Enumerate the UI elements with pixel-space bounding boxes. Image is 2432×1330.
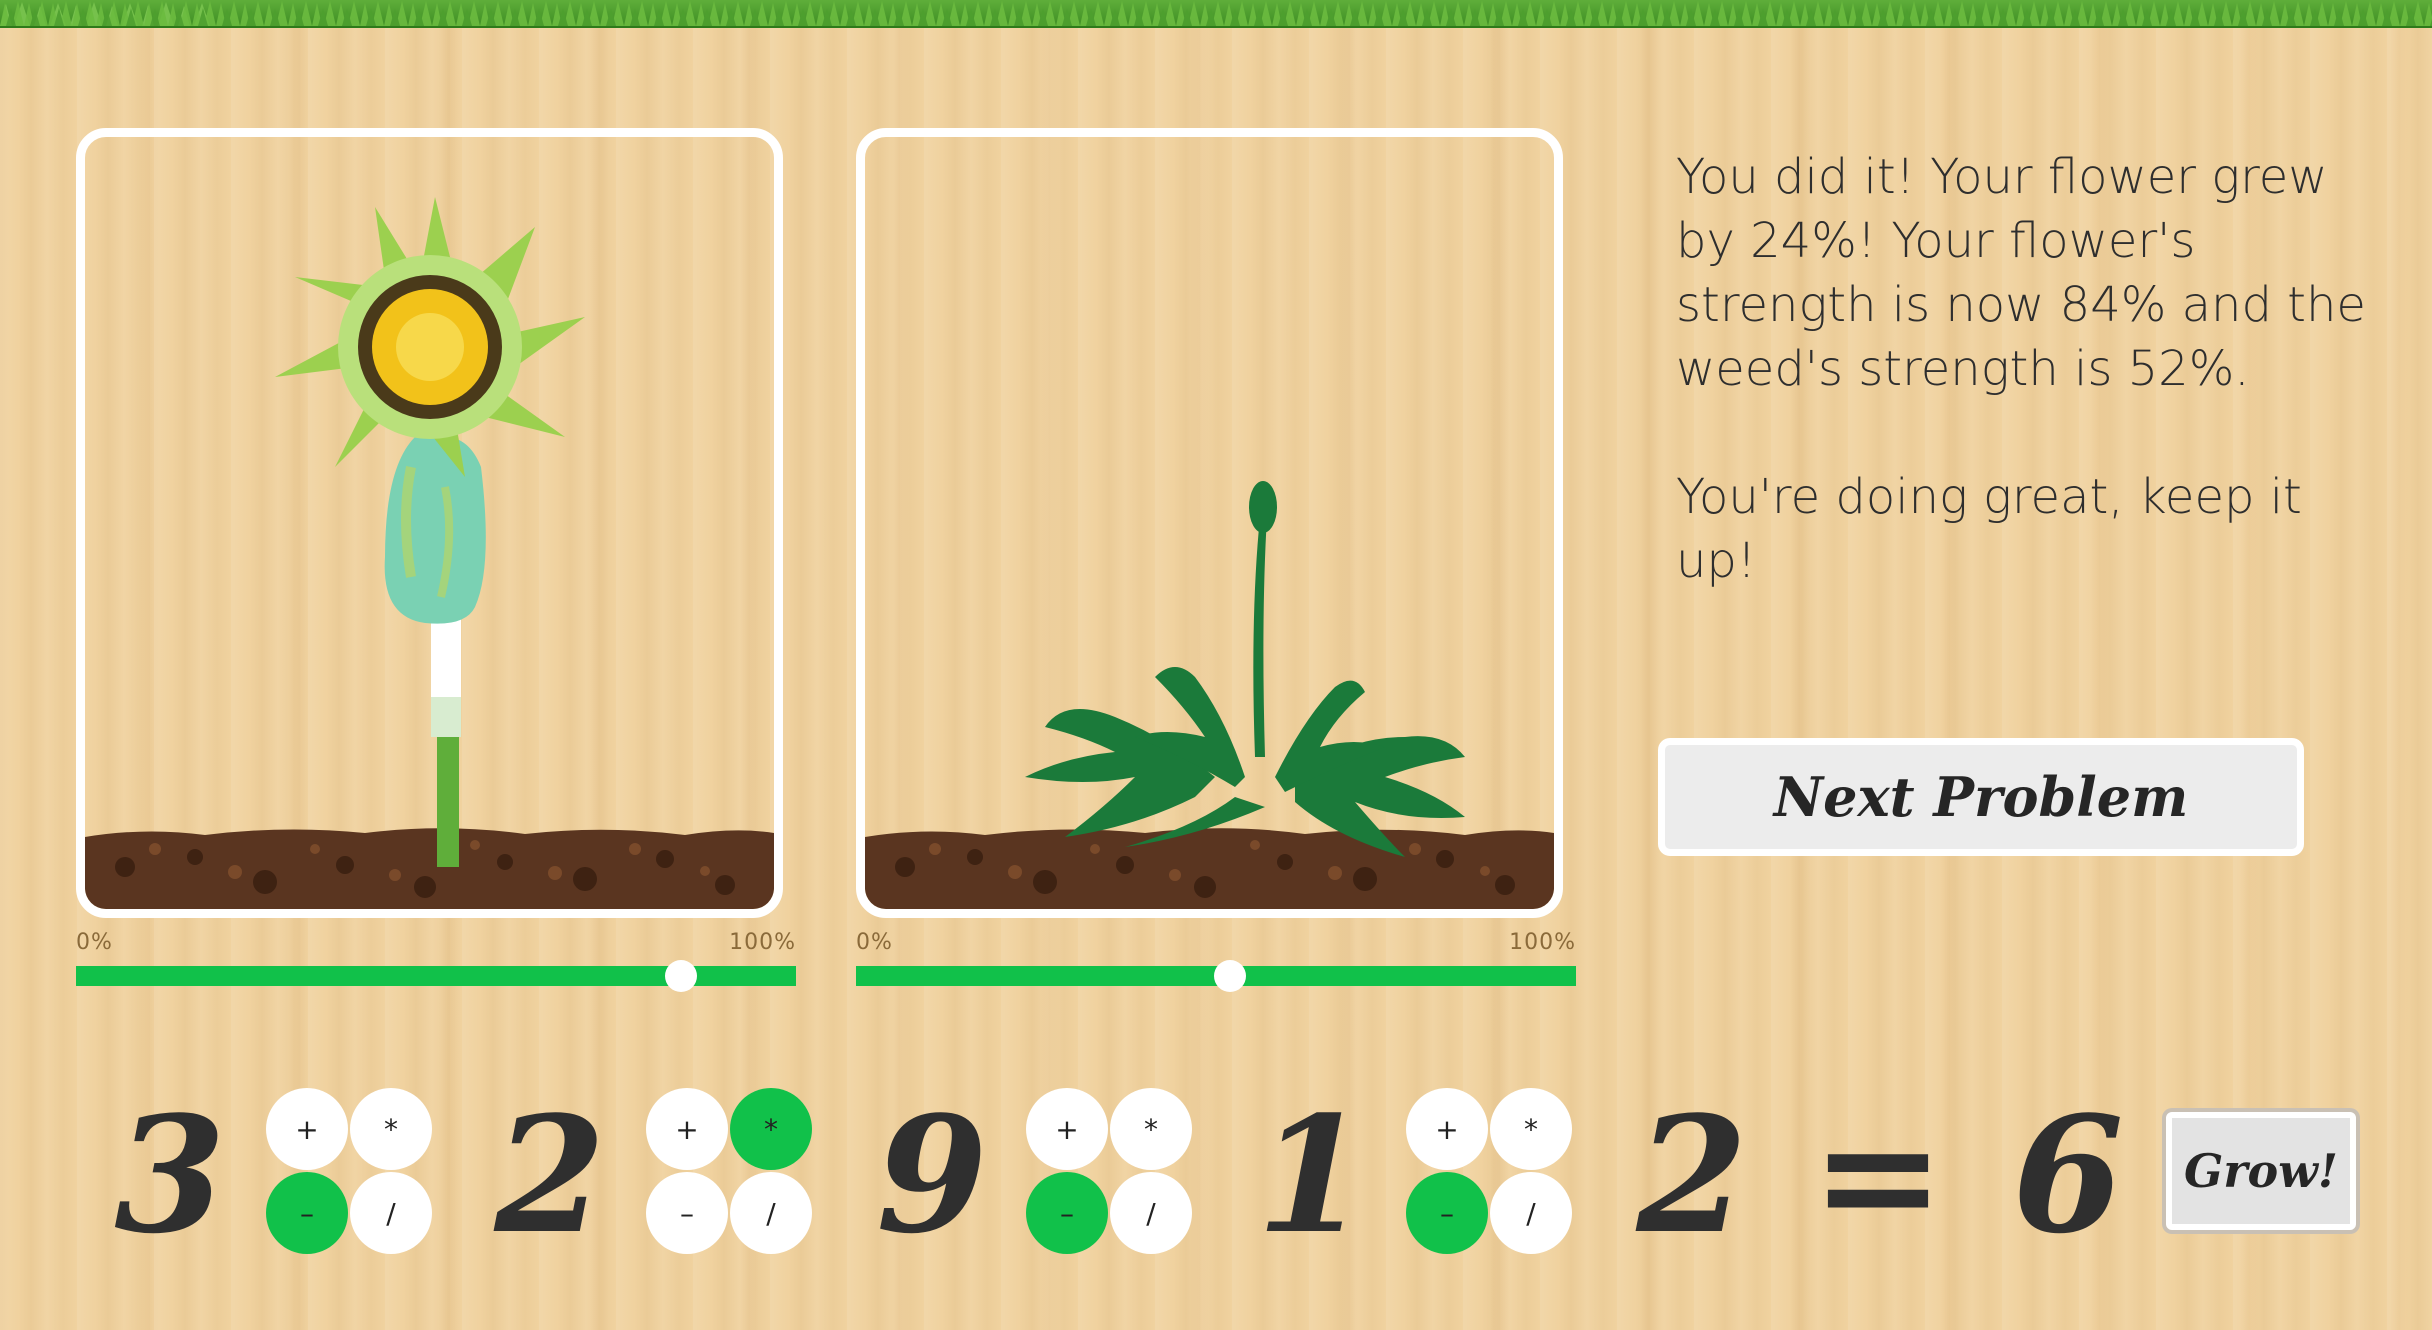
- equation-result: 6: [2012, 1081, 2124, 1269]
- grass-strip: [0, 0, 2432, 28]
- result-message-encouragement: You're doing great, keep it up!: [1676, 469, 2302, 589]
- operator-add-button[interactable]: +: [646, 1088, 728, 1170]
- equals-sign: =: [1810, 1081, 1946, 1269]
- operator-add-button[interactable]: +: [1406, 1088, 1488, 1170]
- weed-meter-knob: [1214, 960, 1247, 992]
- operator-selector-3: + * – /: [1026, 1088, 1194, 1256]
- operator-add-button[interactable]: +: [1026, 1088, 1108, 1170]
- operator-add-button[interactable]: +: [266, 1088, 348, 1170]
- operator-subtract-button[interactable]: –: [646, 1172, 728, 1254]
- operator-selector-2: + * – /: [646, 1088, 814, 1256]
- equation-number-5: 2: [1636, 1081, 1748, 1269]
- operator-divide-button[interactable]: /: [1490, 1172, 1572, 1254]
- operator-selector-4: + * – /: [1406, 1088, 1574, 1256]
- operator-selector-1: + * – /: [266, 1088, 434, 1256]
- result-message-summary: You did it! Your flower grew by 24%! You…: [1676, 149, 2366, 397]
- flower-panel: [76, 128, 783, 918]
- operator-subtract-button[interactable]: –: [1406, 1172, 1488, 1254]
- weed-meter-max-label: 100%: [1509, 930, 1576, 955]
- operator-multiply-button[interactable]: *: [730, 1088, 812, 1170]
- operator-multiply-button[interactable]: *: [350, 1088, 432, 1170]
- operator-divide-button[interactable]: /: [1110, 1172, 1192, 1254]
- result-message: You did it! Your flower grew by 24%! You…: [1676, 145, 2366, 657]
- equation-number-1: 3: [114, 1081, 226, 1269]
- operator-multiply-button[interactable]: *: [1110, 1088, 1192, 1170]
- weed-strength-meter: 0% 100%: [856, 930, 1576, 992]
- next-problem-button[interactable]: Next Problem: [1658, 738, 2304, 856]
- flower-meter-knob: [664, 960, 697, 992]
- flower-strength-meter: 0% 100%: [76, 930, 796, 992]
- dandelion-flower-icon: [85, 197, 774, 909]
- operator-subtract-button[interactable]: –: [266, 1172, 348, 1254]
- equation-number-2: 2: [494, 1081, 606, 1269]
- equation-number-4: 1: [1256, 1081, 1368, 1269]
- operator-divide-button[interactable]: /: [350, 1172, 432, 1254]
- flower-meter-min-label: 0%: [76, 930, 113, 955]
- grow-button[interactable]: Grow!: [2166, 1112, 2356, 1230]
- dandelion-weed-icon: [865, 481, 1554, 909]
- flower-meter-max-label: 100%: [729, 930, 796, 955]
- operator-subtract-button[interactable]: –: [1026, 1172, 1108, 1254]
- weed-panel: [856, 128, 1563, 918]
- operator-multiply-button[interactable]: *: [1490, 1088, 1572, 1170]
- operator-divide-button[interactable]: /: [730, 1172, 812, 1254]
- equation-number-3: 9: [876, 1081, 988, 1269]
- weed-meter-min-label: 0%: [856, 930, 893, 955]
